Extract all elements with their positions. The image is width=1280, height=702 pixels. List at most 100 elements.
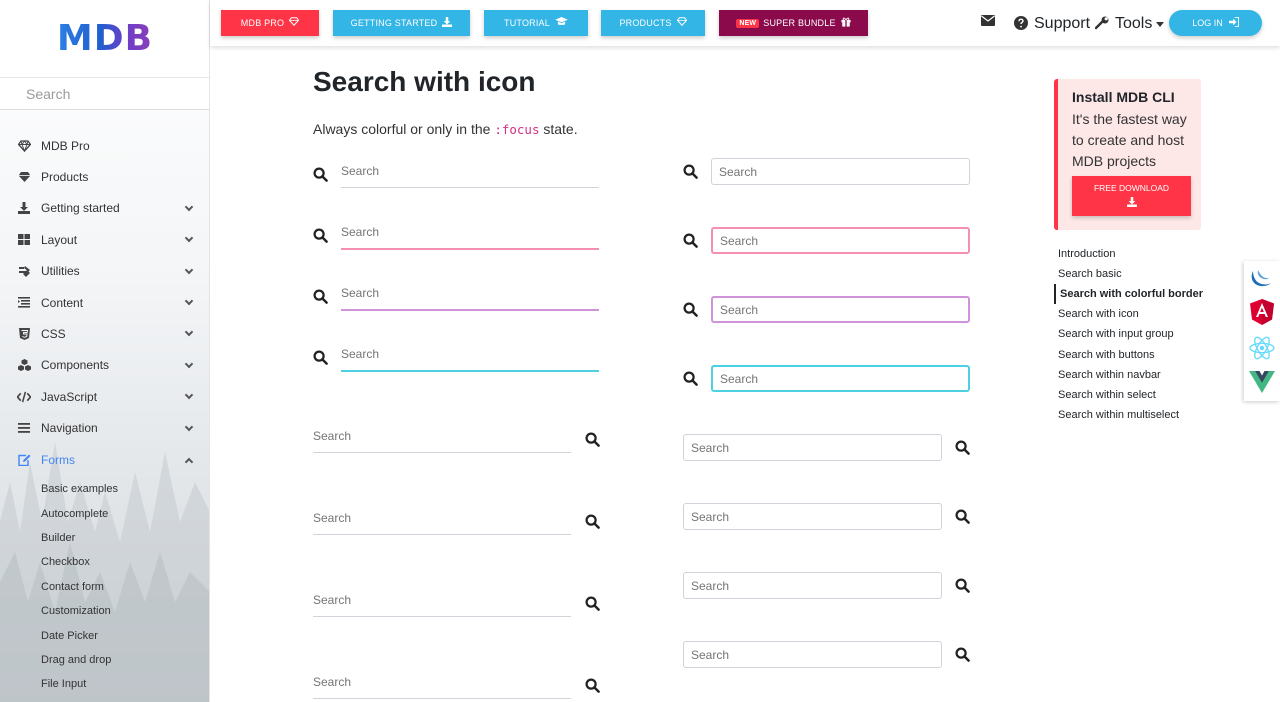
sidebar-item-css[interactable]: CSS <box>0 318 209 349</box>
toc-link[interactable]: Search within navbar <box>1054 365 1203 385</box>
search-input[interactable]: Search <box>683 434 942 461</box>
download-icon <box>1126 197 1137 209</box>
sidebar-submenu-forms: Basic examples Autocomplete Builder Chec… <box>0 477 209 697</box>
search-input[interactable]: Search <box>341 225 599 250</box>
search-icon[interactable] <box>683 371 699 387</box>
login-button[interactable]: LOG IN <box>1169 10 1262 36</box>
page-subtitle: Always colorful or only in the :focus st… <box>313 121 578 137</box>
sidebar-item-products[interactable]: Products <box>0 161 209 192</box>
search-input[interactable]: Search <box>313 593 571 617</box>
search-icon[interactable] <box>585 678 601 694</box>
sidebar-item-label: Products <box>41 170 89 185</box>
logo[interactable]: MDB <box>0 0 209 78</box>
sidebar-subitem[interactable]: Drag and drop <box>0 648 209 672</box>
focus-code: :focus <box>494 122 540 137</box>
jquery-icon[interactable] <box>1248 263 1276 291</box>
search-icon[interactable] <box>585 596 601 612</box>
sidebar-item-getting-started[interactable]: Getting started <box>0 193 209 224</box>
search-input[interactable]: Search <box>313 675 571 699</box>
sidebar-item-forms[interactable]: Forms <box>0 444 209 475</box>
mdb-pro-button[interactable]: MDB PRO <box>221 10 319 36</box>
search-icon[interactable] <box>683 302 699 318</box>
mail-icon[interactable] <box>981 15 995 26</box>
react-icon[interactable] <box>1248 334 1276 362</box>
vue-icon[interactable] <box>1248 368 1276 396</box>
sidebar-item-label: Components <box>41 358 110 373</box>
free-download-button[interactable]: FREE DOWNLOAD <box>1072 176 1191 216</box>
search-input[interactable]: Search <box>341 347 599 372</box>
search-icon[interactable] <box>313 289 329 305</box>
search-input[interactable]: Search <box>313 511 571 535</box>
search-icon[interactable] <box>585 432 601 448</box>
search-input[interactable]: Search <box>711 158 970 185</box>
sidebar-item-components[interactable]: Components <box>0 350 209 381</box>
sidebar-item-utilities[interactable]: Utilities <box>0 256 209 287</box>
toc-link[interactable]: Search within multiselect <box>1054 405 1203 425</box>
search-input[interactable]: Search <box>711 296 970 323</box>
search-icon[interactable] <box>955 647 971 663</box>
search-input[interactable]: Search <box>711 365 970 392</box>
search-input[interactable]: Search <box>341 164 599 188</box>
sidebar-item-javascript[interactable]: JavaScript <box>0 381 209 412</box>
search-icon[interactable] <box>955 578 971 594</box>
sidebar-search-input[interactable] <box>0 78 209 109</box>
sidebar-subitem[interactable]: File Input <box>0 672 209 696</box>
sidebar-item-label: Navigation <box>41 421 98 436</box>
sidebar-subitem[interactable]: Date Picker <box>0 623 209 647</box>
toc-link[interactable]: Search with icon <box>1054 304 1203 324</box>
search-icon[interactable] <box>955 440 971 456</box>
support-link[interactable]: Support <box>1014 15 1090 33</box>
toc-link[interactable]: Search within select <box>1054 385 1203 405</box>
chevron-down-icon <box>184 359 194 368</box>
css3-icon <box>17 327 31 341</box>
sidebar-subitem[interactable]: Customization <box>0 599 209 623</box>
toc-link[interactable]: Search with input group <box>1054 324 1203 344</box>
sidebar-item-layout[interactable]: Layout <box>0 224 209 255</box>
search-icon[interactable] <box>955 509 971 525</box>
button-label: MDB PRO <box>240 18 285 28</box>
sidebar-subitem[interactable]: Checkbox <box>0 550 209 574</box>
login-label: LOG IN <box>1192 18 1223 28</box>
toc-link[interactable]: Search with colorful border <box>1054 284 1203 305</box>
search-icon[interactable] <box>313 167 329 183</box>
search-icon[interactable] <box>313 228 329 244</box>
search-input[interactable]: Search <box>683 503 942 530</box>
search-icon[interactable] <box>585 514 601 530</box>
sidebar-subitem[interactable]: Builder <box>0 526 209 550</box>
search-input[interactable]: Search <box>711 227 970 254</box>
tools-icon <box>17 264 31 278</box>
tools-dropdown[interactable]: Tools <box>1094 15 1165 33</box>
getting-started-button[interactable]: GETTING STARTED <box>333 10 470 36</box>
sidebar-item-content[interactable]: Content <box>0 287 209 318</box>
products-button[interactable]: PRODUCTS <box>601 10 705 36</box>
toc-link[interactable]: Introduction <box>1054 244 1203 264</box>
sidebar-subitem[interactable]: Basic examples <box>0 477 209 501</box>
toc-link[interactable]: Search basic <box>1054 264 1203 284</box>
search-input[interactable]: Search <box>683 572 942 599</box>
sidebar-item-navigation[interactable]: Navigation <box>0 413 209 444</box>
chevron-up-icon <box>184 457 194 467</box>
search-input[interactable]: Search <box>341 286 599 311</box>
free-download-label: FREE DOWNLOAD <box>1093 183 1170 193</box>
sidebar-subitem[interactable]: Contact form <box>0 575 209 599</box>
chevron-down-icon <box>184 422 194 431</box>
tools-label: Tools <box>1115 15 1153 32</box>
sidebar-subitem[interactable]: Autocomplete <box>0 501 209 525</box>
super-bundle-button[interactable]: NEW SUPER BUNDLE <box>719 10 868 36</box>
subtitle-text-end: state. <box>539 121 578 137</box>
tutorial-button[interactable]: TUTORIAL <box>484 10 588 36</box>
toc-link[interactable]: Search with buttons <box>1054 344 1203 364</box>
search-icon[interactable] <box>313 350 329 366</box>
chevron-down-icon <box>184 265 194 274</box>
chevron-down-icon <box>184 233 194 243</box>
gem-icon <box>17 139 31 153</box>
search-input[interactable]: Search <box>683 641 942 668</box>
sidebar-item-mdb-pro[interactable]: MDB Pro <box>0 130 209 161</box>
search-icon[interactable] <box>683 164 699 180</box>
angular-icon[interactable] <box>1248 298 1276 326</box>
search-icon[interactable] <box>683 233 699 249</box>
top-navbar: MDB PRO GETTING STARTED TUTORIAL PRODUCT… <box>210 0 1280 46</box>
new-badge: NEW <box>736 18 760 28</box>
sidebar-search <box>0 78 209 110</box>
search-input[interactable]: Search <box>313 429 571 453</box>
